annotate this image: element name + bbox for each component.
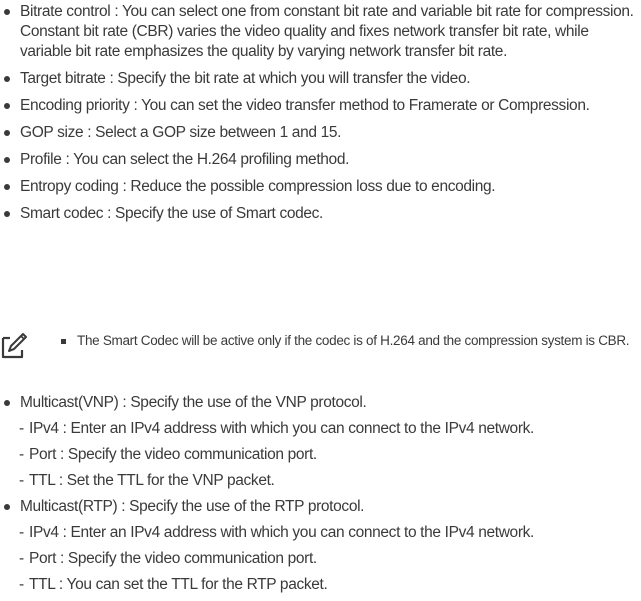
bullet-icon xyxy=(4,504,10,510)
bullet-icon xyxy=(4,130,10,136)
note-box: The Smart Codec will be active only if t… xyxy=(0,331,641,371)
sub-item-port: - Port : Specify the video communication… xyxy=(0,549,641,569)
note-text: The Smart Codec will be active only if t… xyxy=(77,333,630,348)
list-item-text: Multicast(RTP) : Specify the use of the … xyxy=(20,498,365,515)
note-bullet-icon xyxy=(61,339,66,344)
sub-item-ttl: - TTL : Set the TTL for the VNP packet. xyxy=(0,471,641,491)
sub-item-text: IPv4 : Enter an IPv4 address with which … xyxy=(29,420,534,437)
dash-marker: - xyxy=(19,420,24,437)
dash-marker: - xyxy=(19,524,24,541)
sub-item-text: Port : Specify the video communication p… xyxy=(29,446,317,463)
sub-list: - IPv4 : Enter an IPv4 address with whic… xyxy=(0,419,641,491)
list-item-encoding-priority: Encoding priority : You can set the vide… xyxy=(0,96,641,116)
list-item-multicast-vnp: Multicast(VNP) : Specify the use of the … xyxy=(0,393,641,491)
sub-item-text: IPv4 : Enter an IPv4 address with which … xyxy=(29,524,534,541)
settings-list: Bitrate control : You can select one fro… xyxy=(0,2,641,231)
list-item-text: GOP size : Select a GOP size between 1 a… xyxy=(20,124,342,141)
list-item-multicast-rtp: Multicast(RTP) : Specify the use of the … xyxy=(0,497,641,595)
bullet-icon xyxy=(4,400,10,406)
list-item-target-bitrate: Target bitrate : Specify the bit rate at… xyxy=(0,69,641,89)
sub-item-text: TTL : Set the TTL for the VNP packet. xyxy=(29,472,275,489)
list-item-bitrate-control: Bitrate control : You can select one fro… xyxy=(0,2,641,62)
dash-marker: - xyxy=(19,472,24,489)
list-item-gop-size: GOP size : Select a GOP size between 1 a… xyxy=(0,123,641,143)
sub-item-ipv4: - IPv4 : Enter an IPv4 address with whic… xyxy=(0,419,641,439)
sub-item-ttl: - TTL : You can set the TTL for the RTP … xyxy=(0,575,641,595)
sub-item-port: - Port : Specify the video communication… xyxy=(0,445,641,465)
multicast-list: Multicast(VNP) : Specify the use of the … xyxy=(0,393,641,601)
bullet-icon xyxy=(4,184,10,190)
list-item-text: Bitrate control : You can select one fro… xyxy=(20,3,634,60)
dash-marker: - xyxy=(19,446,24,463)
bullet-icon xyxy=(4,76,10,82)
list-item-entropy-coding: Entropy coding : Reduce the possible com… xyxy=(0,177,641,197)
list-item-smart-codec: Smart codec : Specify the use of Smart c… xyxy=(0,204,641,224)
list-item-text: Smart codec : Specify the use of Smart c… xyxy=(20,205,324,222)
bullet-icon xyxy=(4,157,10,163)
sub-list: - IPv4 : Enter an IPv4 address with whic… xyxy=(0,523,641,595)
list-item-profile: Profile : You can select the H.264 profi… xyxy=(0,150,641,170)
sub-item-ipv4: - IPv4 : Enter an IPv4 address with whic… xyxy=(0,523,641,543)
list-item-text: Entropy coding : Reduce the possible com… xyxy=(20,178,496,195)
bullet-icon xyxy=(4,9,10,15)
note-pencil-icon xyxy=(1,333,27,359)
dash-marker: - xyxy=(19,576,24,593)
list-item-text: Multicast(VNP) : Specify the use of the … xyxy=(20,394,367,411)
list-item-text: Target bitrate : Specify the bit rate at… xyxy=(20,70,471,87)
bullet-icon xyxy=(4,211,10,217)
manual-page: Bitrate control : You can select one fro… xyxy=(0,0,641,593)
sub-item-text: TTL : You can set the TTL for the RTP pa… xyxy=(29,576,328,593)
bullet-icon xyxy=(4,103,10,109)
list-item-text: Profile : You can select the H.264 profi… xyxy=(20,151,350,168)
dash-marker: - xyxy=(19,550,24,567)
list-item-text: Encoding priority : You can set the vide… xyxy=(20,97,590,114)
